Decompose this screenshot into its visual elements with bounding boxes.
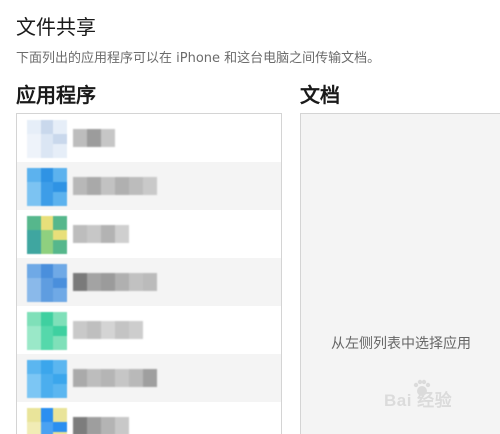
app-row[interactable]	[17, 114, 281, 162]
app-icon	[27, 264, 67, 302]
section-title: 文件共享	[16, 15, 96, 39]
documents-hint: 从左侧列表中选择应用	[331, 336, 471, 352]
apps-header: 应用程序	[16, 83, 96, 107]
section-description: 下面列出的应用程序可以在 iPhone 和这台电脑之间传输文档。	[16, 51, 381, 66]
app-name-blurred	[73, 321, 143, 339]
app-name-blurred	[73, 225, 129, 243]
app-name-blurred	[73, 369, 157, 387]
app-name-blurred	[73, 129, 115, 147]
watermark: Bai 经验	[384, 378, 494, 414]
app-row[interactable]	[17, 258, 281, 306]
app-row[interactable]	[17, 210, 281, 258]
documents-header: 文档	[300, 83, 340, 107]
app-icon	[27, 120, 67, 158]
app-row[interactable]	[17, 354, 281, 402]
app-row[interactable]	[17, 402, 281, 434]
app-icon	[27, 216, 67, 254]
app-icon	[27, 408, 67, 434]
apps-list[interactable]	[16, 113, 282, 434]
file-sharing-page: 文件共享 下面列出的应用程序可以在 iPhone 和这台电脑之间传输文档。 应用…	[0, 0, 500, 434]
app-name-blurred	[73, 177, 157, 195]
app-row[interactable]	[17, 306, 281, 354]
watermark-text: Bai 经验	[384, 391, 453, 410]
app-icon	[27, 360, 67, 398]
app-icon	[27, 168, 67, 206]
app-row[interactable]	[17, 162, 281, 210]
app-name-blurred	[73, 273, 157, 291]
app-name-blurred	[73, 417, 129, 434]
app-icon	[27, 312, 67, 350]
